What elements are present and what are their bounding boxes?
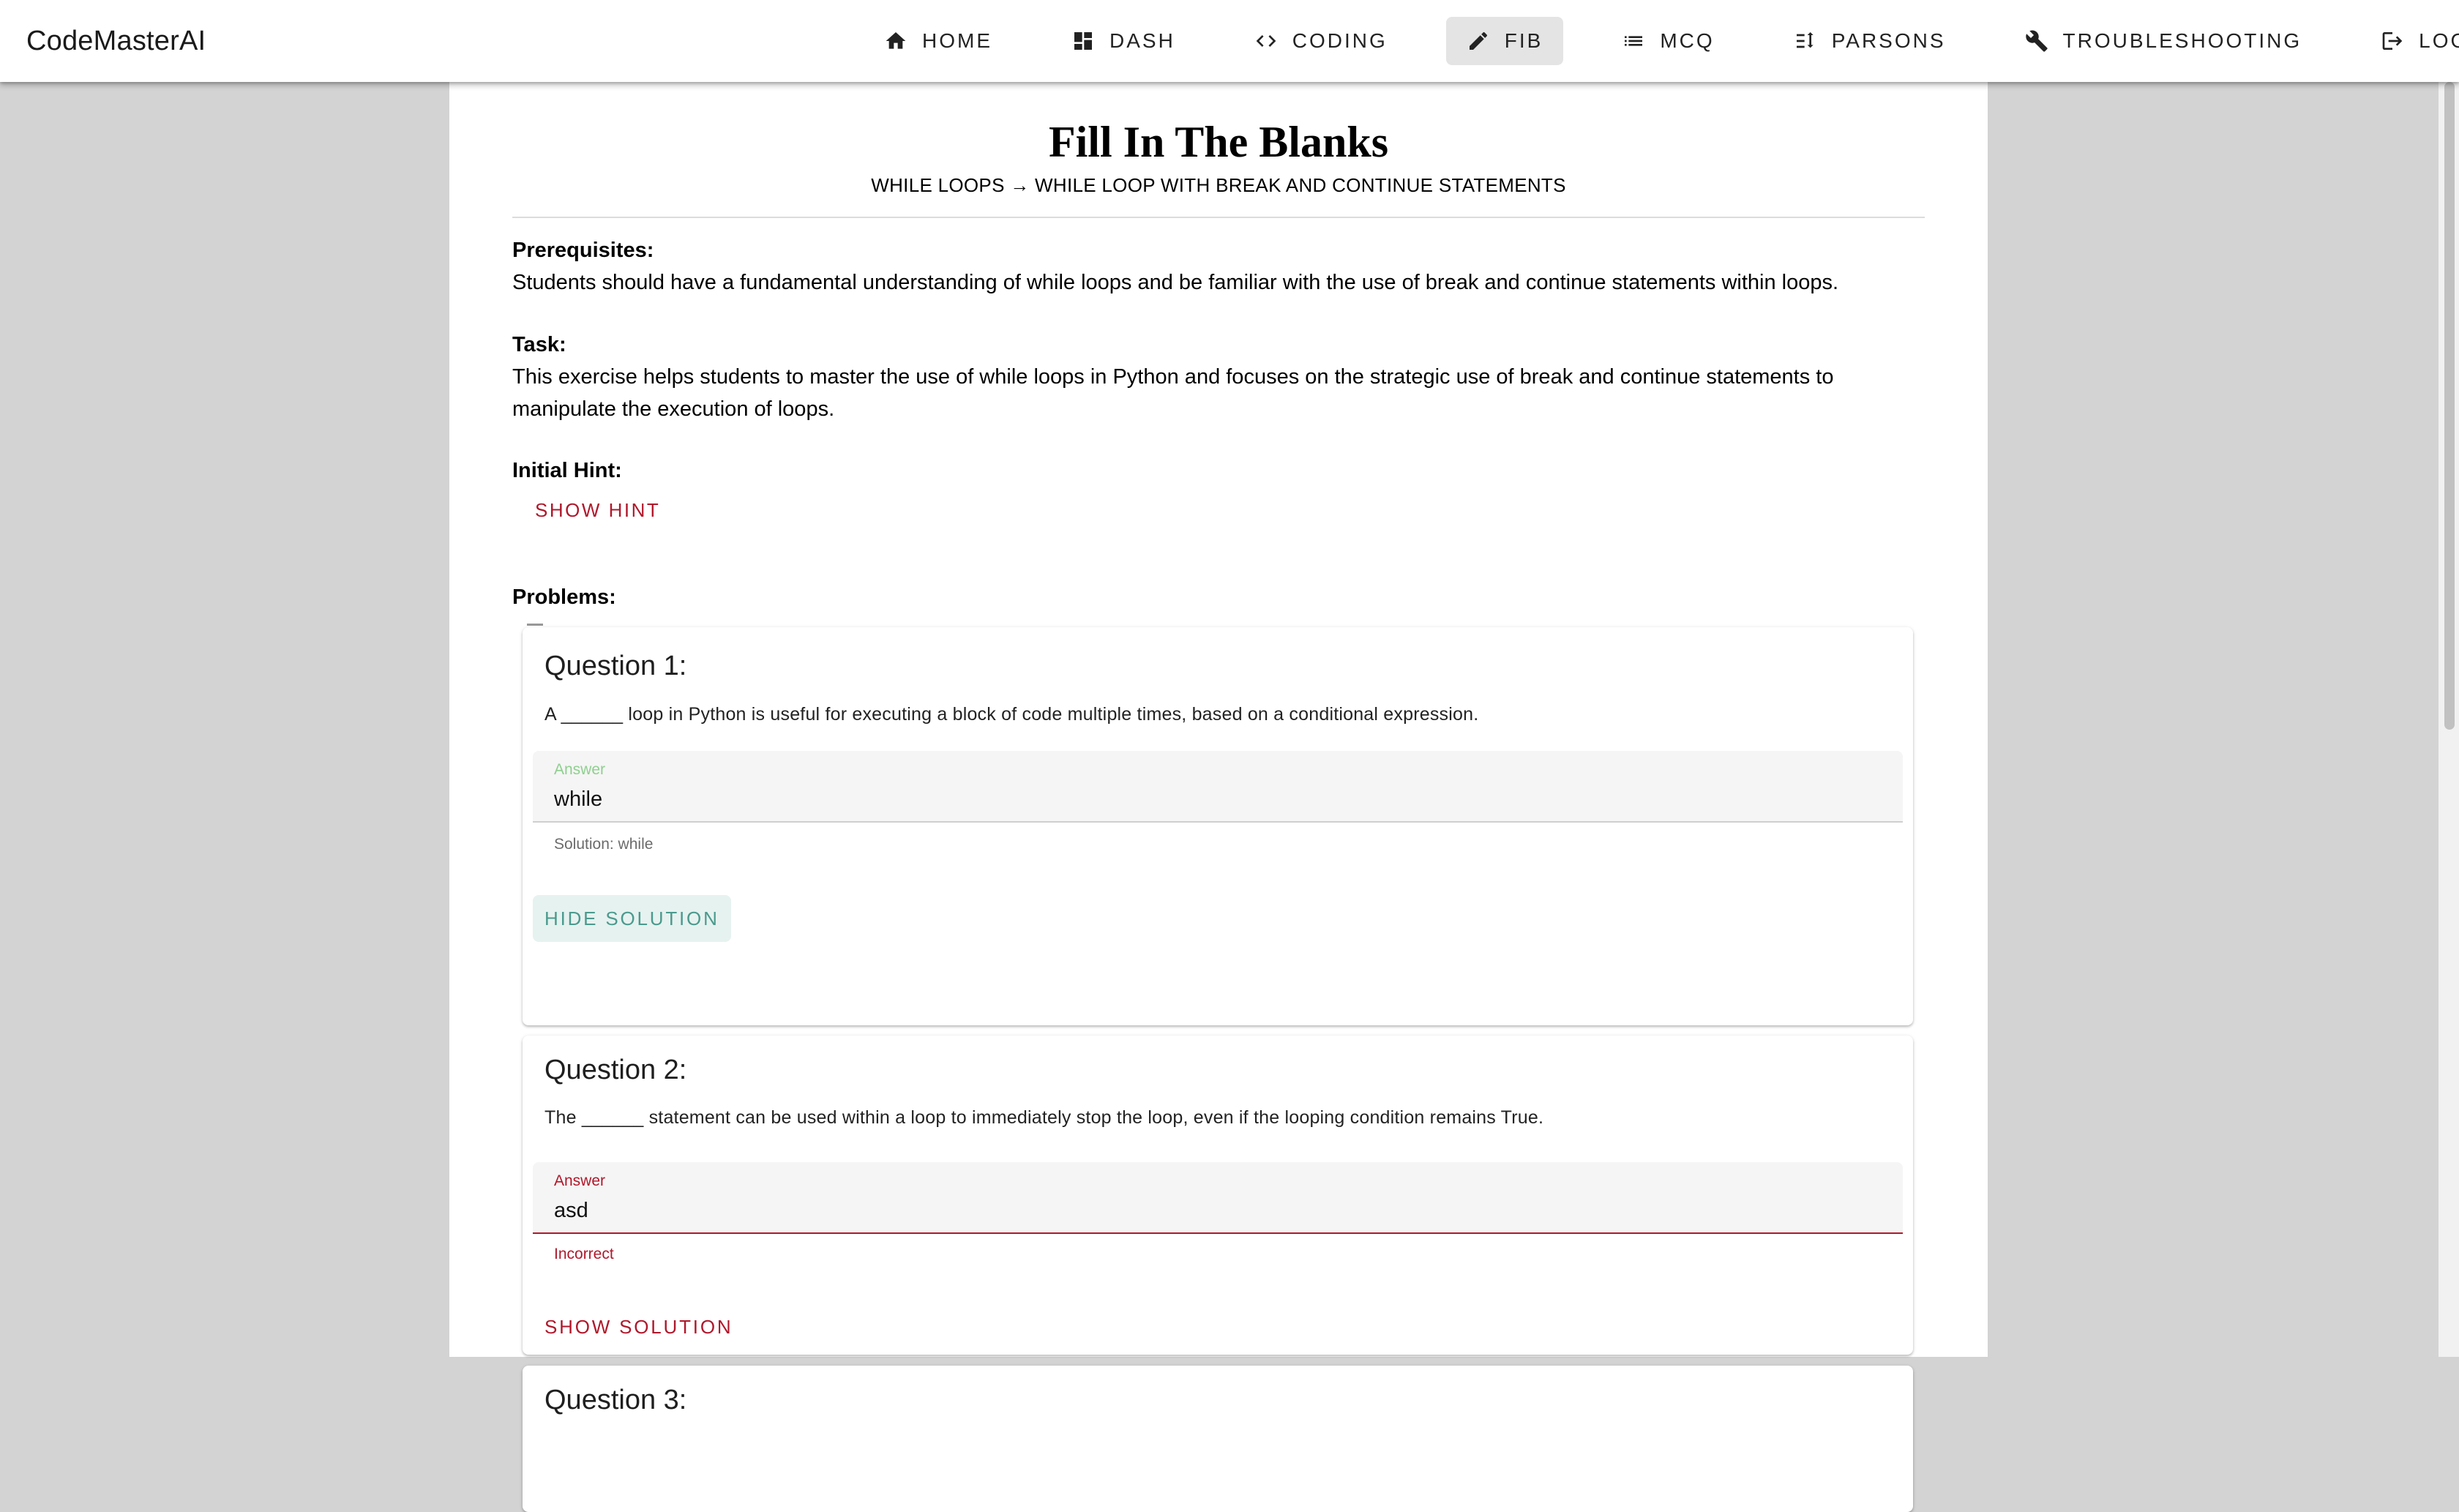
nav-logout-button[interactable]: Logout bbox=[2360, 17, 2459, 65]
list-marker bbox=[527, 624, 543, 626]
question-title: Question 3: bbox=[544, 1385, 687, 1415]
task-label: Task: bbox=[512, 333, 566, 356]
answer-input[interactable] bbox=[554, 1196, 1857, 1225]
question-title: Question 1: bbox=[544, 651, 687, 681]
solution-helper-text: Solution: while bbox=[554, 836, 654, 853]
app-bar: CodeMasterAI Home Dash Coding FIB MCQ Pa… bbox=[0, 0, 2459, 82]
home-icon bbox=[886, 32, 906, 49]
prerequisites-text: Students should have a fundamental under… bbox=[512, 271, 1839, 294]
topic-breadcrumb: WHILE LOOPS → WHILE LOOP WITH BREAK AND … bbox=[871, 174, 1566, 196]
page-title: Fill In The Blanks bbox=[1048, 118, 1389, 166]
answer-field-label: Answer bbox=[554, 761, 606, 778]
initial-hint-label: Initial Hint: bbox=[512, 459, 622, 482]
task-text: This exercise helps students to master t… bbox=[512, 365, 1834, 421]
nav-parsons-button[interactable]: Parsons bbox=[1773, 17, 1966, 65]
question-card-3: Question 3: bbox=[523, 1366, 1913, 1512]
wrench-icon bbox=[2025, 30, 2048, 52]
sort-icon bbox=[1796, 32, 1814, 48]
brand-logo[interactable]: CodeMasterAI bbox=[26, 0, 206, 82]
nav-coding-button[interactable]: Coding bbox=[1234, 17, 1408, 65]
nav-mcq-button[interactable]: MCQ bbox=[1601, 17, 1734, 65]
pencil-icon bbox=[1469, 31, 1487, 50]
answer-field[interactable]: Answer bbox=[533, 751, 1903, 823]
main-content-sheet: Fill In The Blanks WHILE LOOPS → WHILE L… bbox=[449, 82, 1988, 1512]
header-divider bbox=[512, 217, 1925, 218]
code-icon bbox=[1256, 35, 1276, 47]
hide-solution-button[interactable]: Hide Solution bbox=[533, 895, 731, 942]
question-text: A ______ loop in Python is useful for ex… bbox=[544, 704, 1479, 725]
answer-field[interactable]: Answer bbox=[533, 1162, 1903, 1234]
dashboard-icon bbox=[1074, 32, 1092, 50]
logout-icon bbox=[2382, 32, 2403, 50]
question-card-2: Question 2: The ______ statement can be … bbox=[523, 1036, 1913, 1355]
nav-troubleshooting-button[interactable]: Troubleshooting bbox=[2005, 17, 2323, 65]
show-hint-button[interactable]: Show Hint bbox=[535, 499, 660, 522]
answer-underline bbox=[533, 821, 1903, 823]
list-icon bbox=[1625, 36, 1643, 46]
prerequisites-label: Prerequisites: bbox=[512, 239, 654, 262]
question-card-1: Question 1: A ______ loop in Python is u… bbox=[523, 627, 1913, 1025]
nav-dash-button[interactable]: Dash bbox=[1051, 17, 1196, 65]
scrollbar-thumb[interactable] bbox=[2444, 82, 2455, 730]
nav-fib-button[interactable]: FIB bbox=[1445, 17, 1564, 65]
nav-home-button[interactable]: Home bbox=[864, 17, 1013, 65]
main-nav: Home Dash Coding FIB MCQ Parsons Trouble… bbox=[864, 16, 2459, 66]
question-title: Question 2: bbox=[544, 1055, 687, 1085]
question-text: The ______ statement can be used within … bbox=[544, 1107, 1544, 1128]
problems-label: Problems: bbox=[512, 585, 616, 609]
answer-field-label: Answer bbox=[554, 1172, 606, 1189]
answer-underline-error bbox=[533, 1232, 1903, 1234]
page-scrollbar[interactable] bbox=[2439, 82, 2459, 1357]
incorrect-helper-text: Incorrect bbox=[554, 1246, 614, 1262]
answer-input[interactable] bbox=[554, 785, 1857, 814]
show-solution-button[interactable]: Show Solution bbox=[533, 1303, 744, 1350]
